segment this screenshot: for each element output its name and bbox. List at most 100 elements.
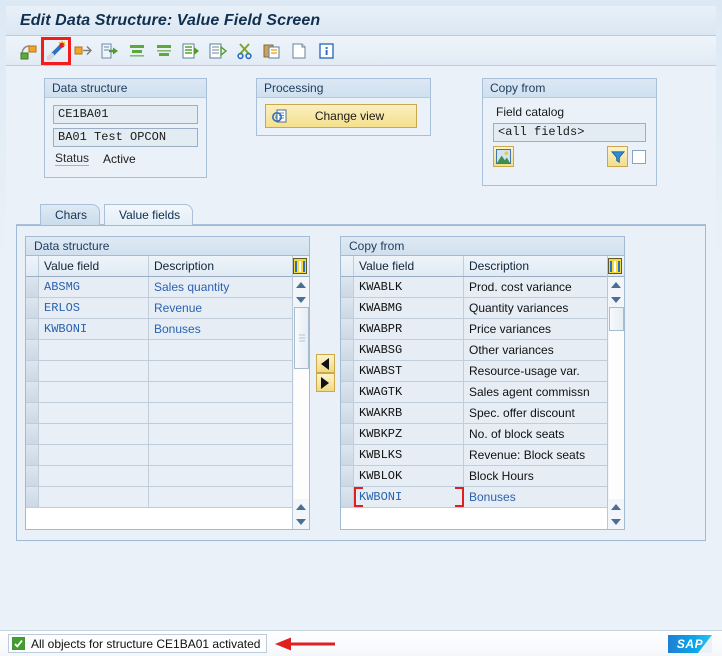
back-icon[interactable] — [18, 40, 40, 62]
column-header-description[interactable]: Description — [149, 256, 292, 276]
table-row-empty[interactable] — [26, 466, 292, 487]
scroll-page-up-button[interactable] — [293, 499, 309, 514]
row-select-cell[interactable] — [26, 403, 39, 423]
row-select-cell[interactable] — [341, 487, 354, 507]
scroll-page-down-button[interactable] — [293, 514, 309, 529]
table-row-empty[interactable] — [26, 361, 292, 382]
field-catalog-input[interactable]: <all fields> — [493, 123, 646, 142]
cell-value-field[interactable] — [39, 424, 149, 444]
row-select-cell[interactable] — [26, 298, 39, 318]
cell-value-field[interactable]: KWBLOK — [354, 466, 464, 486]
tab-value-fields[interactable]: Value fields — [104, 204, 194, 225]
table-row[interactable]: KWABLK Prod. cost variance — [341, 277, 607, 298]
row-select-cell[interactable] — [341, 298, 354, 318]
row-select-cell[interactable] — [341, 319, 354, 339]
table-row[interactable]: KWBKPZ No. of block seats — [341, 424, 607, 445]
cell-value-field[interactable]: ABSMG — [39, 277, 149, 297]
cell-description[interactable]: No. of block seats — [464, 424, 607, 444]
cell-value-field[interactable] — [39, 445, 149, 465]
cell-description[interactable]: Revenue: Block seats — [464, 445, 607, 465]
cell-description[interactable] — [149, 445, 292, 465]
scroll-thumb[interactable] — [293, 307, 309, 369]
picture-icon[interactable] — [493, 146, 514, 167]
table-row[interactable]: ERLOS Revenue — [26, 298, 292, 319]
cell-description[interactable] — [149, 361, 292, 381]
change-view-button[interactable]: Change view — [265, 104, 417, 128]
copy-from-checkbox[interactable] — [632, 149, 646, 164]
page-forward-icon[interactable] — [180, 40, 202, 62]
row-select-cell[interactable] — [26, 319, 39, 339]
table-row[interactable]: KWBLKS Revenue: Block seats — [341, 445, 607, 466]
cell-description[interactable]: Prod. cost variance — [464, 277, 607, 297]
column-header-value-field[interactable]: Value field — [39, 256, 149, 276]
structure-description-field[interactable]: BA01 Test OPCON — [53, 128, 198, 147]
row-select-cell[interactable] — [26, 424, 39, 444]
magic-wand-icon[interactable] — [41, 36, 71, 65]
cell-description[interactable]: Price variances — [464, 319, 607, 339]
table-row-empty[interactable] — [26, 445, 292, 466]
arrow-right-icon[interactable] — [315, 373, 335, 392]
cell-description[interactable]: Spec. offer discount — [464, 403, 607, 423]
row-select-cell[interactable] — [341, 403, 354, 423]
row-select-cell[interactable] — [26, 382, 39, 402]
new-page-icon[interactable] — [288, 40, 310, 62]
cell-description[interactable]: Bonuses — [149, 319, 292, 339]
structure-name-field[interactable]: CE1BA01 — [53, 105, 198, 124]
table-row[interactable]: KWABSG Other variances — [341, 340, 607, 361]
table-row[interactable]: KWBONI Bonuses — [26, 319, 292, 340]
row-select-cell[interactable] — [26, 487, 39, 507]
table-row-empty[interactable] — [26, 487, 292, 508]
scroll-page-up-button[interactable] — [608, 499, 624, 514]
align-top-icon[interactable] — [126, 40, 148, 62]
row-select-cell[interactable] — [341, 382, 354, 402]
cell-description[interactable] — [149, 424, 292, 444]
scroll-up-button[interactable] — [293, 277, 309, 292]
cell-value-field[interactable] — [39, 466, 149, 486]
cell-description[interactable]: Bonuses — [464, 487, 607, 507]
filter-icon[interactable] — [607, 146, 628, 167]
cell-value-field[interactable]: KWAKRB — [354, 403, 464, 423]
row-select-cell[interactable] — [26, 340, 39, 360]
activate-icon[interactable] — [99, 40, 121, 62]
cell-value-field[interactable]: ERLOS — [39, 298, 149, 318]
cell-value-field[interactable]: KWBKPZ — [354, 424, 464, 444]
column-header-value-field[interactable]: Value field — [354, 256, 464, 276]
table-row[interactable]: KWABMG Quantity variances — [341, 298, 607, 319]
scroll-thumb[interactable] — [608, 307, 624, 331]
row-select-cell[interactable] — [341, 466, 354, 486]
cell-value-field[interactable] — [39, 340, 149, 360]
table-row[interactable]: KWAGTK Sales agent commissn — [341, 382, 607, 403]
row-select-cell[interactable] — [26, 277, 39, 297]
cell-description[interactable]: Other variances — [464, 340, 607, 360]
tab-chars[interactable]: Chars — [40, 204, 101, 225]
scroll-up-button[interactable] — [608, 277, 624, 292]
select-all-cell[interactable] — [26, 256, 39, 276]
row-select-cell[interactable] — [341, 277, 354, 297]
scroll-page-down-button[interactable] — [608, 514, 624, 529]
info-icon[interactable] — [315, 40, 337, 62]
scissors-icon[interactable] — [234, 40, 256, 62]
cell-description[interactable] — [149, 403, 292, 423]
arrow-left-icon[interactable] — [315, 354, 335, 373]
cell-value-field[interactable]: KWABST — [354, 361, 464, 381]
cell-value-field[interactable]: KWBONI — [39, 319, 149, 339]
page-detail-icon[interactable] — [207, 40, 229, 62]
table-row[interactable]: KWABST Resource-usage var. — [341, 361, 607, 382]
row-select-cell[interactable] — [341, 445, 354, 465]
cell-description[interactable]: Revenue — [149, 298, 292, 318]
row-select-cell[interactable] — [341, 340, 354, 360]
row-select-cell[interactable] — [341, 424, 354, 444]
table-row[interactable]: KWBLOK Block Hours — [341, 466, 607, 487]
select-all-cell[interactable] — [341, 256, 354, 276]
cell-value-field[interactable]: KWABSG — [354, 340, 464, 360]
cell-description[interactable] — [149, 466, 292, 486]
cell-description[interactable]: Sales agent commissn — [464, 382, 607, 402]
left-table-scrollbar[interactable] — [292, 256, 309, 529]
column-header-description[interactable]: Description — [464, 256, 607, 276]
table-row[interactable]: KWABPR Price variances — [341, 319, 607, 340]
cell-value-field[interactable] — [39, 382, 149, 402]
align-bottom-icon[interactable] — [153, 40, 175, 62]
row-select-cell[interactable] — [26, 445, 39, 465]
table-row[interactable]: KWAKRB Spec. offer discount — [341, 403, 607, 424]
scroll-down-button[interactable] — [293, 292, 309, 307]
